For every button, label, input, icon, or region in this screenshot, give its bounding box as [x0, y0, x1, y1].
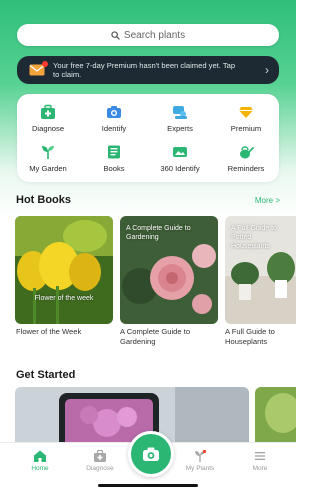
book-card-flower-of-the-week[interactable]: Flower of the week	[15, 216, 113, 324]
hot-books-title: Hot Books	[16, 194, 71, 206]
book-cover-title: A Full Guide to Potted Houseplants	[231, 225, 277, 250]
tab-label: Home	[31, 465, 49, 472]
feature-identify[interactable]: Identify	[83, 104, 145, 140]
home-icon	[34, 450, 46, 462]
feature-experts[interactable]: Experts	[149, 104, 211, 140]
camera-icon	[143, 447, 159, 461]
menu-icon	[255, 452, 265, 460]
notification-dot	[42, 61, 48, 67]
book-cover-image	[15, 216, 113, 324]
feature-books[interactable]: Books	[83, 144, 145, 180]
search-icon	[111, 30, 120, 40]
tab-more[interactable]: More	[230, 449, 290, 472]
feature-my-garden[interactable]: My Garden	[17, 144, 79, 180]
first-aid-kit-icon	[94, 449, 106, 462]
premium-promo-banner[interactable]: Your free 7-day Premium hasn't been clai…	[17, 56, 279, 84]
camera-icon	[107, 106, 121, 118]
book-caption: A Full Guide to Houseplants	[225, 327, 275, 346]
book-card-houseplants[interactable]: A Full Guide to Potted Houseplants	[225, 216, 296, 324]
get-started-image	[255, 387, 296, 449]
feature-reminders[interactable]: Reminders	[215, 144, 277, 180]
book-card-complete-guide-gardening[interactable]: A Complete Guide to Gardening	[120, 216, 218, 324]
tab-label: Diagnose	[86, 465, 114, 472]
book-icon	[108, 145, 120, 159]
tab-my-plants[interactable]: My Plants	[170, 449, 230, 472]
search-placeholder: Search plants	[123, 29, 186, 41]
sprout-icon	[42, 146, 54, 159]
book-cover-title: Flower of the week	[34, 295, 94, 302]
book-caption: A Complete Guide to Gardening	[120, 327, 191, 346]
feature-grid: Diagnose Identify Experts Premium My Gar…	[17, 94, 279, 182]
home-indicator	[98, 484, 198, 487]
feature-label: Experts	[167, 124, 193, 133]
book-cover-title: A Complete Guide to Gardening	[126, 225, 191, 241]
get-started-title: Get Started	[16, 369, 76, 381]
envelope-icon	[29, 61, 48, 76]
tab-diagnose[interactable]: Diagnose	[70, 449, 130, 472]
expert-chat-icon	[173, 106, 187, 119]
watering-can-icon	[240, 146, 254, 159]
feature-label: Books	[103, 164, 125, 173]
promo-text: Your free 7-day Premium hasn't been clai…	[53, 61, 236, 79]
diamond-icon	[239, 107, 253, 118]
tab-home[interactable]: Home	[10, 449, 70, 472]
panorama-icon	[173, 147, 187, 157]
feature-label: Premium	[230, 124, 262, 133]
feature-360-identify[interactable]: 360 Identify	[149, 144, 211, 180]
tab-label: More	[252, 465, 268, 472]
tab-label: My Plants	[185, 465, 215, 472]
feature-label: Identify	[101, 124, 127, 133]
get-started-card-next[interactable]	[255, 387, 296, 449]
feature-label: Diagnose	[31, 124, 65, 133]
plant-icon	[195, 449, 207, 462]
book-caption: Flower of the Week	[16, 327, 82, 336]
chevron-right-icon: ›	[265, 62, 269, 77]
search-bar[interactable]: Search plants	[17, 24, 279, 46]
feature-label: Reminders	[227, 164, 265, 173]
hot-books-more-link[interactable]: More >	[255, 196, 280, 205]
first-aid-kit-icon	[41, 104, 55, 119]
camera-scan-button[interactable]	[128, 431, 174, 477]
feature-label: 360 Identify	[160, 164, 200, 173]
feature-diagnose[interactable]: Diagnose	[17, 104, 79, 140]
feature-label: My Garden	[29, 164, 67, 173]
feature-premium[interactable]: Premium	[215, 104, 277, 140]
